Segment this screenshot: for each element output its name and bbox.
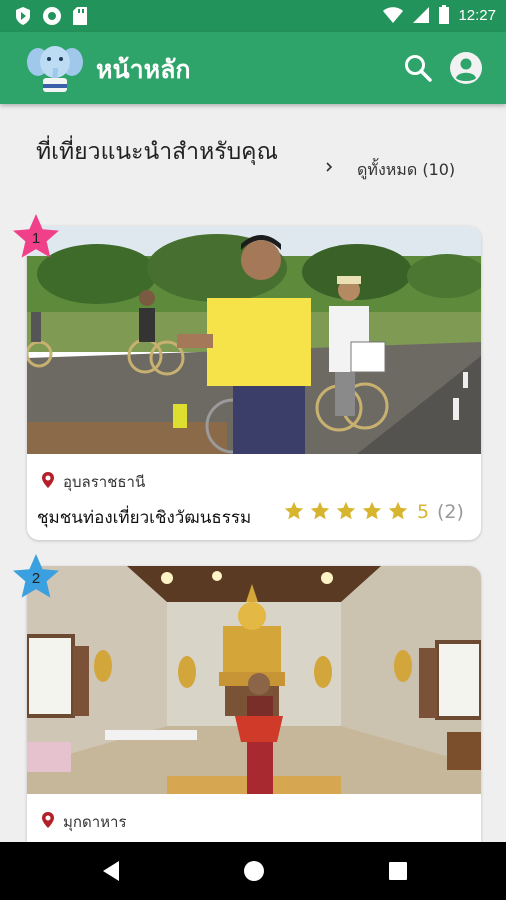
elephant-logo-icon [27, 46, 83, 92]
system-nav-bar [0, 842, 506, 900]
app-title: หน้าหลัก [96, 55, 191, 84]
star-icon [310, 501, 330, 520]
section-title: ที่เที่ยวแนะนำสำหรับคุณ [36, 139, 278, 165]
search-icon[interactable] [402, 52, 434, 84]
place-photo [27, 226, 481, 454]
see-all-link[interactable]: ดูทั้งหมด (10) [357, 158, 455, 183]
rating-value: 5 [417, 501, 430, 523]
wifi-icon [383, 7, 404, 23]
sync-circle-icon [43, 7, 61, 25]
account-circle-icon[interactable] [448, 50, 484, 86]
rank-badge: 1 [10, 212, 62, 264]
place-card[interactable]: อุบลราชธานี ชุมชนท่องเที่ยวเชิงวัฒนธรรม … [27, 226, 481, 540]
place-photo [27, 566, 481, 794]
rank-number: 1 [31, 230, 41, 247]
star-icon [362, 501, 382, 520]
rank-badge: 2 [10, 552, 62, 604]
place-name: ชุมชนท่องเที่ยวเชิงวัฒนธรรม [37, 508, 252, 528]
back-icon[interactable] [101, 860, 121, 882]
sd-card-icon [73, 7, 87, 25]
place-card[interactable]: มุกดาหาร [27, 566, 481, 866]
star-icon [388, 501, 408, 520]
location-pin-icon [42, 472, 54, 488]
battery-icon [439, 5, 450, 24]
status-bar: 12:27 [0, 0, 506, 32]
play-protect-icon [16, 7, 30, 25]
status-time: 12:27 [458, 6, 496, 24]
location-pin-icon [42, 812, 54, 828]
place-province: อุบลราชธานี [63, 473, 146, 491]
review-count: (2) [437, 501, 464, 523]
place-province: มุกดาหาร [63, 813, 127, 831]
recent-apps-icon[interactable] [388, 861, 408, 881]
rank-number: 2 [31, 570, 41, 587]
star-rating [283, 500, 409, 522]
star-icon [336, 501, 356, 520]
star-icon [284, 501, 304, 520]
app-bar: หน้าหลัก [0, 32, 506, 104]
chevron-right-icon[interactable] [322, 160, 336, 174]
signal-icon [413, 7, 430, 23]
home-icon[interactable] [243, 860, 265, 882]
